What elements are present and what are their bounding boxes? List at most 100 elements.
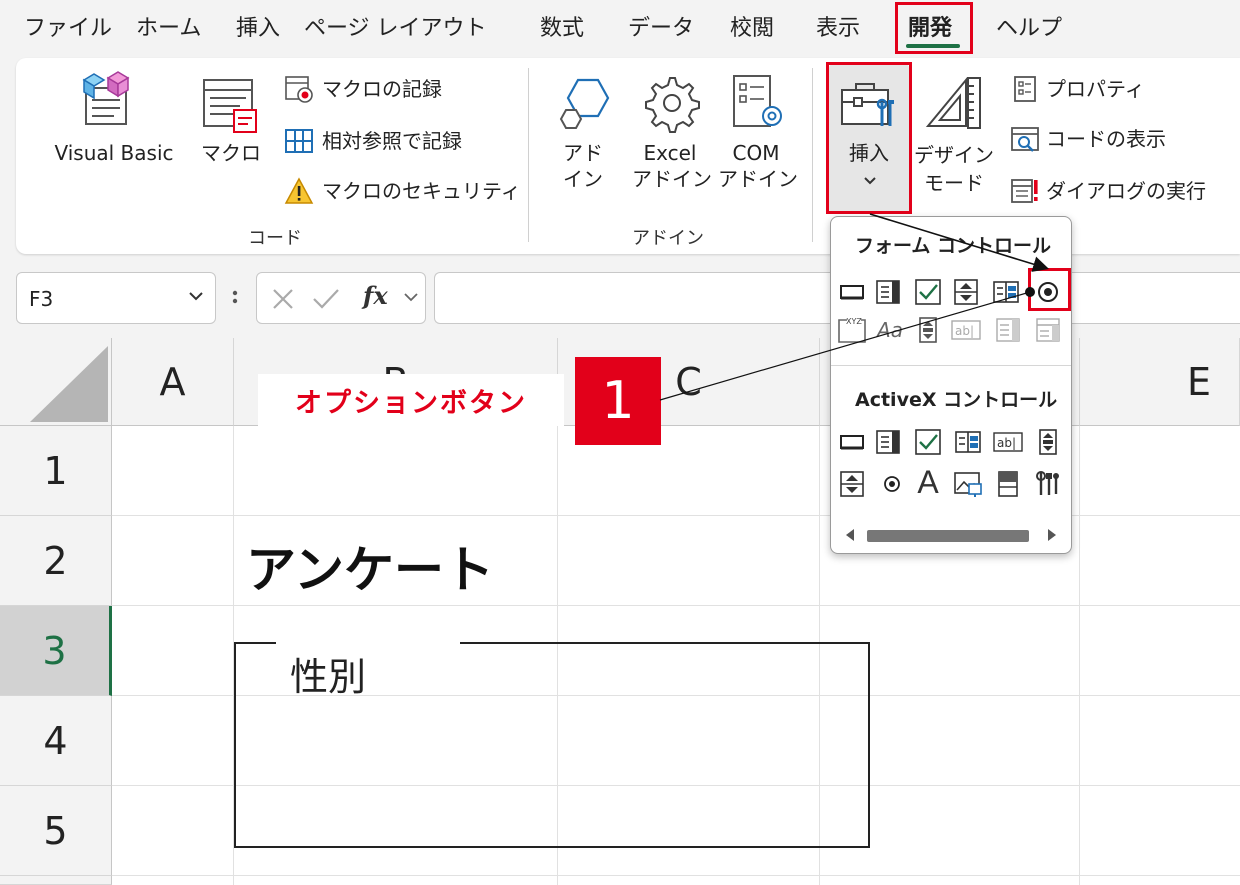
form-label-icon[interactable]: Aa [875,315,905,345]
form-scrollbar-icon[interactable] [913,315,943,345]
highlight-insert-button [826,62,912,214]
design-mode-line1[interactable]: デザイン [914,142,994,168]
record-macro-icon [284,74,314,104]
form-combobox-icon[interactable] [873,277,903,307]
column-header-e[interactable]: E [1080,338,1240,426]
menu-home[interactable]: ホーム [136,10,201,42]
activex-option-button-icon[interactable] [877,469,907,499]
abl-label: ab| [955,324,974,338]
group-box-top-right [460,642,870,644]
relative-reference-icon [284,126,314,156]
properties-button[interactable]: プロパティ [1046,76,1145,102]
com-addin-line1[interactable]: COM [718,140,794,166]
abl-label: ab| [997,436,1016,450]
addin-label-line1[interactable]: アド [554,140,612,166]
name-box[interactable]: F3 [16,272,216,324]
com-addin-icon [728,72,788,134]
ribbon-separator [528,68,529,242]
com-addin-line2[interactable]: アドイン [718,166,798,192]
activex-listbox-icon[interactable] [953,427,983,457]
callout-step-number: 1 [575,357,661,445]
survey-title-cell[interactable]: アンケート [246,530,494,602]
addin-label-line2[interactable]: イン [554,166,612,192]
activex-combobox-icon[interactable] [873,427,903,457]
group-box-label[interactable]: 性別 [290,646,366,701]
design-mode-line2[interactable]: モード [914,170,994,196]
menu-data[interactable]: データ [628,10,694,42]
run-dialog-icon [1010,176,1040,206]
row-header-5[interactable]: 5 [0,786,112,876]
row-header-4[interactable]: 4 [0,696,112,786]
gridline [112,605,1240,606]
activex-spinner-icon[interactable] [837,469,867,499]
form-combo-list-disabled-icon [993,315,1023,345]
horizontal-scroll-thumb[interactable] [867,530,1029,542]
row-header-3-selected[interactable]: 3 [0,606,112,696]
macro-security-button[interactable]: マクロのセキュリティ [322,178,521,204]
menu-page-layout[interactable]: ページ レイアウト [304,10,487,42]
formula-actions: fx [256,272,426,324]
row-header-1[interactable]: 1 [0,426,112,516]
more-vertical-icon[interactable] [232,286,238,312]
record-macro-button[interactable]: マクロの記録 [322,76,442,102]
activex-toggle-icon[interactable] [993,469,1023,499]
menu-review[interactable]: 校閲 [730,10,774,42]
dropdown-separator [831,365,1071,366]
macro-icon [200,74,264,134]
menu-formulas[interactable]: 数式 [540,10,584,42]
activex-button-icon[interactable] [837,427,867,457]
menu-file[interactable]: ファイル [24,10,112,42]
scroll-right-icon[interactable] [1043,527,1059,543]
xyz-label: XYZ [846,317,862,326]
scroll-left-icon[interactable] [843,527,859,543]
warning-icon [284,176,314,206]
activex-label-icon[interactable]: A [913,464,943,500]
highlight-developer-tab [895,2,973,54]
group-label-code: コード [248,228,302,249]
callout-label-option-button: オプションボタン [258,374,564,426]
cancel-icon[interactable] [269,285,297,317]
form-spinner-icon[interactable] [951,277,981,307]
form-combo-dropdown-disabled-icon [1033,315,1063,345]
group-label-addins: アドイン [632,228,704,249]
excel-addin-line2[interactable]: アドイン [632,166,712,192]
activex-image-icon[interactable] [953,469,983,499]
macro-button[interactable]: マクロ [198,140,264,166]
visual-basic-button[interactable]: Visual Basic [40,140,188,166]
row-header-6[interactable] [0,876,112,885]
view-code-icon [1010,124,1040,154]
visual-basic-icon [78,70,146,130]
more-controls-tools-icon[interactable] [1033,469,1063,499]
relative-reference-button[interactable]: 相対参照で記録 [322,128,462,154]
chevron-down-icon[interactable] [403,289,419,309]
check-icon[interactable] [311,285,341,317]
form-groupbox-icon[interactable]: XYZ [837,315,867,345]
activex-checkbox-icon[interactable] [913,427,943,457]
activex-scrollbar-icon[interactable] [1033,427,1063,457]
activex-textbox-icon[interactable]: ab| [993,427,1023,457]
menu-view[interactable]: 表示 [816,10,860,42]
activex-controls-title: ActiveX コントロール [855,389,1058,411]
gear-icon [640,72,700,134]
insert-function-button[interactable]: fx [363,281,388,310]
column-header-a[interactable]: A [112,338,234,426]
group-box-top-left [234,642,276,644]
select-all-corner[interactable] [0,338,112,426]
name-box-value: F3 [29,287,54,311]
menu-insert[interactable]: 挿入 [236,10,280,42]
chevron-down-icon[interactable] [187,287,205,309]
menu-help[interactable]: ヘルプ [996,10,1062,42]
gridline [1079,426,1080,885]
excel-addin-line1[interactable]: Excel [632,140,708,166]
row-header-2[interactable]: 2 [0,516,112,606]
form-listbox-icon[interactable] [991,277,1021,307]
highlight-option-button [1028,268,1071,311]
run-dialog-button[interactable]: ダイアログの実行 [1046,178,1206,204]
menu-bar: ファイル ホーム 挿入 ページ レイアウト 数式 データ 校閲 表示 開発 ヘル… [0,0,1240,56]
gridline [112,875,1240,876]
form-checkbox-icon[interactable] [913,277,943,307]
form-textfield-disabled-icon: ab| [951,315,981,345]
form-button-icon[interactable] [837,277,867,307]
view-code-button[interactable]: コードの表示 [1046,126,1166,152]
insert-controls-dropdown: フォーム コントロール XYZ Aa ab| ActiveX コントロール ab… [830,216,1072,554]
